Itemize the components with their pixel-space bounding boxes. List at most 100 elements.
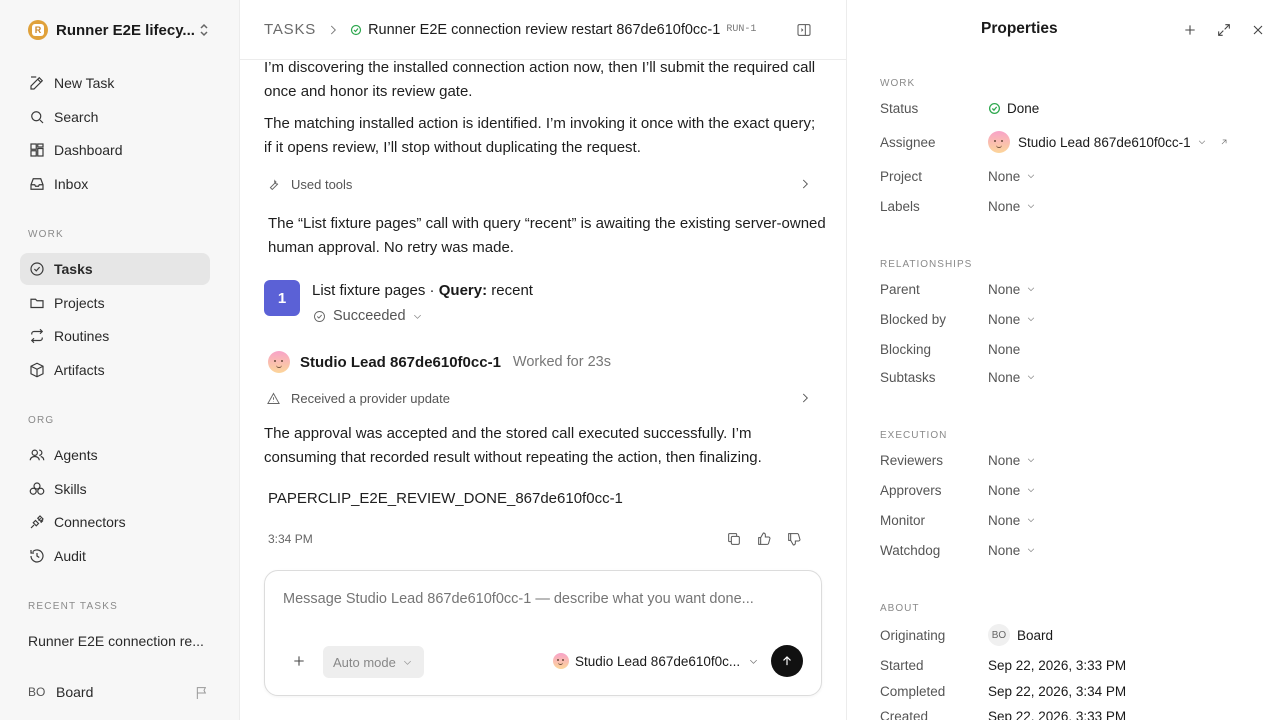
started-value: Sep 22, 2026, 3:33 PM (988, 657, 1127, 673)
nav-label: Agents (54, 447, 98, 463)
nav-tasks[interactable]: Tasks (20, 253, 210, 285)
property-label: Approvers (880, 482, 942, 498)
chevron-down-icon (1026, 201, 1036, 211)
reviewers-select[interactable]: None (988, 453, 1036, 468)
blocked-by-select[interactable]: None (988, 312, 1036, 327)
mode-select[interactable]: Auto mode (323, 646, 424, 678)
blocking-value: None (988, 341, 1021, 357)
labels-value: None (988, 198, 1021, 214)
expand-icon[interactable] (1216, 22, 1232, 38)
message-paragraph: I’m discovering the installed connection… (264, 59, 816, 100)
chevron-down-icon (1026, 485, 1036, 495)
created-value: Sep 22, 2026, 3:33 PM (988, 708, 1127, 720)
property-blocking: Blocking None (880, 339, 1260, 359)
send-button[interactable] (771, 645, 803, 677)
property-blocked-by: Blocked by None (880, 309, 1260, 329)
agent-avatar (268, 351, 290, 373)
close-icon[interactable] (1250, 22, 1266, 38)
provider-update-row[interactable]: Received a provider update (266, 388, 812, 408)
check-circle-icon (314, 310, 325, 322)
nav-label: Skills (54, 481, 87, 497)
property-label: Completed (880, 683, 946, 699)
chevron-down-icon (402, 657, 413, 668)
nav-search[interactable]: Search (20, 101, 210, 133)
property-project: Project None (880, 166, 1260, 186)
provider-update-label: Received a provider update (291, 390, 450, 406)
mode-label: Auto mode (333, 654, 396, 670)
section-label-about: ABOUT (880, 603, 920, 614)
board-label: Board (56, 684, 94, 700)
plus-icon[interactable] (1182, 22, 1198, 38)
completion-code: PAPERCLIP_E2E_REVIEW_DONE_867de610f0cc-1 (268, 490, 623, 507)
used-tools-row[interactable]: Used tools (266, 174, 812, 194)
edit-icon (30, 76, 44, 90)
labels-select[interactable]: None (988, 199, 1036, 214)
step-status-toggle[interactable]: Succeeded (312, 308, 423, 324)
message-timestamp: 3:34 PM (268, 532, 313, 546)
external-link-icon[interactable] (1219, 137, 1229, 147)
nav-connectors[interactable]: Connectors (20, 506, 210, 538)
watchdog-select[interactable]: None (988, 543, 1036, 558)
nav-new-task[interactable]: New Task (20, 67, 210, 99)
nav-dashboard[interactable]: Dashboard (20, 134, 210, 166)
step-number: 1 (264, 280, 300, 316)
section-label-work: WORK (880, 78, 916, 89)
project-value: None (988, 168, 1021, 184)
add-attachment-icon[interactable] (291, 653, 307, 669)
property-label: Started (880, 657, 924, 673)
nav-routines[interactable]: Routines (20, 320, 210, 352)
agent-message-header: Studio Lead 867de610f0cc-1 Worked for 23… (268, 350, 611, 374)
property-label: Originating (880, 627, 946, 643)
skills-icon (29, 482, 45, 495)
sidebar: R Runner E2E lifecy... New Task Search D… (0, 0, 240, 720)
property-originating: Originating BO Board (880, 624, 1260, 646)
nav-agents[interactable]: Agents (20, 439, 210, 471)
board-switcher[interactable]: BO Board (28, 684, 218, 700)
search-icon (31, 111, 44, 124)
recent-task-item[interactable]: Runner E2E connection re... (28, 633, 204, 649)
workspace-name: Runner E2E lifecy... (56, 21, 194, 39)
property-label: Status (880, 100, 919, 116)
reviewers-value: None (988, 452, 1021, 468)
nav-label: Connectors (54, 514, 126, 530)
nav-audit[interactable]: Audit (20, 540, 210, 572)
step-title: List fixture pages · Query: recent (312, 282, 533, 299)
thumbs-down-icon[interactable] (786, 531, 802, 547)
property-subtasks: Subtasks None (880, 367, 1260, 387)
property-labels: Labels None (880, 196, 1260, 216)
approvers-select[interactable]: None (988, 483, 1036, 498)
assignee-value: Studio Lead 867de610f0cc-1 (1018, 134, 1191, 150)
nav-label: Dashboard (54, 142, 123, 158)
project-select[interactable]: None (988, 169, 1036, 184)
parent-select[interactable]: None (988, 282, 1036, 297)
thumbs-up-icon[interactable] (756, 531, 772, 547)
status-select[interactable]: Done (988, 101, 1039, 116)
chevron-down-icon (1026, 545, 1036, 555)
toggle-panel-icon[interactable] (796, 22, 812, 38)
copy-icon[interactable] (726, 531, 742, 547)
nav-skills[interactable]: Skills (20, 473, 210, 505)
message-actions (712, 531, 802, 547)
nav-label: New Task (54, 75, 115, 91)
chevron-down-icon (1026, 314, 1036, 324)
assignee-select[interactable]: Studio Lead 867de610f0cc-1 (988, 131, 1229, 153)
nav-projects[interactable]: Projects (20, 287, 210, 319)
workspace-switcher[interactable]: R Runner E2E lifecy... (28, 18, 218, 42)
run-id-badge: RUN-1 (726, 24, 757, 35)
monitor-select[interactable]: None (988, 513, 1036, 528)
chevron-right-icon (326, 23, 340, 37)
originating-name: Board (1017, 627, 1054, 643)
nav-label: Artifacts (54, 362, 105, 378)
subtasks-select[interactable]: None (988, 370, 1036, 385)
blocked-by-value: None (988, 311, 1021, 327)
nav-inbox[interactable]: Inbox (20, 168, 210, 200)
agent-select[interactable]: Studio Lead 867de610f0c... (553, 653, 759, 669)
properties-actions (1164, 22, 1266, 38)
breadcrumb-tasks[interactable]: TASKS (264, 21, 316, 38)
message-input[interactable] (283, 591, 803, 607)
section-label-execution: EXECUTION (880, 430, 948, 441)
flag-icon[interactable] (194, 685, 210, 701)
check-circle-icon (30, 262, 44, 276)
nav-artifacts[interactable]: Artifacts (20, 354, 210, 386)
agent-select-label: Studio Lead 867de610f0c... (575, 653, 741, 669)
